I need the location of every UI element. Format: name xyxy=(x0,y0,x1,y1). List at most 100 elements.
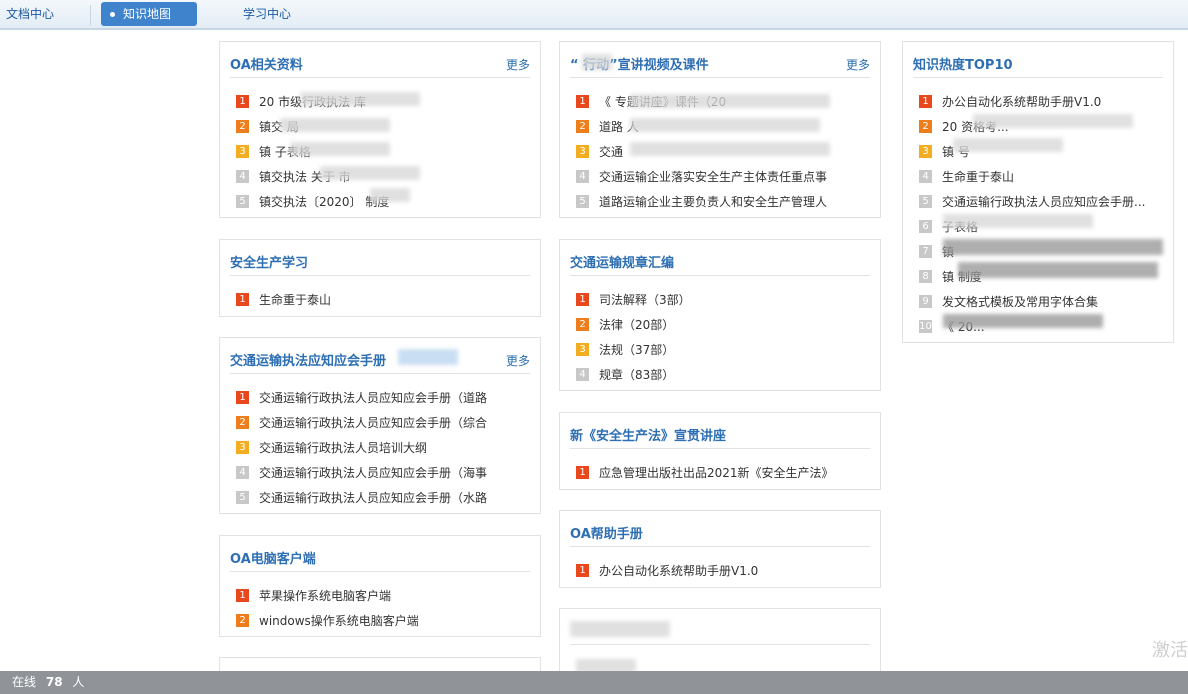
tab-document-center[interactable]: 文档中心 xyxy=(6,2,54,26)
list-item[interactable]: 1 苹果操作系统电脑客户端 xyxy=(236,583,530,608)
card-header: OA电脑客户端 xyxy=(230,536,530,572)
list-item[interactable]: 5 交通运输行政执法人员应知应会手册... xyxy=(919,189,1163,214)
item-label: 20 市级行政执法 库 xyxy=(259,95,366,109)
rank-badge: 5 xyxy=(236,491,249,504)
list-item[interactable]: 3 交通运输行政执法人员培训大纲 xyxy=(236,435,530,460)
list-item[interactable]: 3 法规（37部） xyxy=(576,337,870,362)
card-title: OA相关资料 xyxy=(230,58,303,73)
safety-law-list: 1 应急管理出版社出品2021新《安全生产法》 xyxy=(576,460,870,485)
card-oa-client: OA电脑客户端 1 苹果操作系统电脑客户端 2 windows操作系统电脑客户端 xyxy=(219,535,541,637)
rank-badge: 4 xyxy=(576,368,589,381)
safety-list: 1 生命重于泰山 xyxy=(236,287,530,312)
list-item[interactable]: 2 镇交 局 xyxy=(236,114,530,139)
rank-badge: 1 xyxy=(236,391,249,404)
rank-badge: 1 xyxy=(919,95,932,108)
card-header: OA相关资料 更多 xyxy=(230,42,530,78)
active-dot-icon xyxy=(110,12,115,17)
list-item[interactable]: 4 生命重于泰山 xyxy=(919,164,1163,189)
rank-badge: 9 xyxy=(919,295,932,308)
list-item[interactable]: 4 规章（83部） xyxy=(576,362,870,387)
tab-knowledge-map-label: 知识地图 xyxy=(123,7,172,21)
list-item[interactable]: 9 发文格式模板及常用字体合集 xyxy=(919,289,1163,314)
rank-badge: 8 xyxy=(919,270,932,283)
top-nav: 文档中心 知识地图 学习中心 xyxy=(0,0,1188,30)
card-safety-study: 安全生产学习 1 生命重于泰山 xyxy=(219,239,541,317)
rank-badge: 4 xyxy=(919,170,932,183)
online-status-bar: 在线 78 人 xyxy=(0,671,1188,694)
item-label: 发文格式模板及常用字体合集 xyxy=(942,295,1099,309)
list-item[interactable]: 1 交通运输行政执法人员应知应会手册（道路 xyxy=(236,385,530,410)
list-item[interactable]: 4 交通运输行政执法人员应知应会手册（海事 xyxy=(236,460,530,485)
item-label: 道路运输企业主要负责人和安全生产管理人 xyxy=(599,195,828,209)
rank-badge: 1 xyxy=(236,95,249,108)
list-item[interactable]: 2 道路 人 xyxy=(576,114,870,139)
card-header: 知识热度TOP10 xyxy=(913,42,1163,78)
more-link[interactable]: 更多 xyxy=(506,352,530,369)
rank-badge: 1 xyxy=(576,95,589,108)
item-label: 交通 xyxy=(599,145,624,159)
card-header: 安全生产学习 xyxy=(230,240,530,276)
list-item[interactable]: 1 《 专题讲座》课件（20 xyxy=(576,89,870,114)
rank-badge: 2 xyxy=(919,120,932,133)
item-label: 镇 子表格 xyxy=(259,145,311,159)
list-item[interactable]: 2 20 资格考... xyxy=(919,114,1163,139)
rank-badge: 10 xyxy=(919,320,932,333)
rank-badge: 5 xyxy=(919,195,932,208)
card-top10: 知识热度TOP10 1 办公自动化系统帮助手册V1.0 2 20 资格考... 3镇… xyxy=(902,41,1174,343)
item-label: 镇交 局 xyxy=(259,120,299,134)
card-title: OA电脑客户端 xyxy=(230,552,316,567)
card-enforcement-handbook: 交通运输执法应知应会手册 更多 1 交通运输行政执法人员应知应会手册（道路 2 交通… xyxy=(219,337,541,514)
rank-badge: 3 xyxy=(576,343,589,356)
list-item[interactable]: 4 镇交执法 关于 市 xyxy=(236,164,530,189)
rank-badge: 1 xyxy=(576,293,589,306)
card-title: 新《安全生产法》宣贯讲座 xyxy=(570,429,727,444)
item-label: 《 20... xyxy=(942,320,985,334)
tab-learning-center[interactable]: 学习中心 xyxy=(243,2,291,26)
list-item[interactable]: 5 道路运输企业主要负责人和安全生产管理人 xyxy=(576,189,870,214)
rank-badge: 2 xyxy=(236,614,249,627)
list-item[interactable]: 6 子表格 xyxy=(919,214,1163,239)
list-item[interactable]: 5 交通运输行政执法人员应知应会手册（水路 xyxy=(236,485,530,510)
list-item[interactable]: 8 镇 制度 xyxy=(919,264,1163,289)
rank-badge: 2 xyxy=(576,120,589,133)
rank-badge: 1 xyxy=(236,293,249,306)
item-label: 交通运输行政执法人员应知应会手册（综合 xyxy=(259,416,488,430)
regulations-list: 1 司法解释（3部） 2 法律（20部） 3 法规（37部） 4 规章（83部） xyxy=(576,287,870,387)
card-safety-law: 新《安全生产法》宣贯讲座 1 应急管理出版社出品2021新《安全生产法》 xyxy=(559,412,881,490)
activation-watermark: 激活 xyxy=(1152,640,1188,661)
list-item[interactable]: 2 法律（20部） xyxy=(576,312,870,337)
card-title: 知识热度TOP10 xyxy=(913,58,1013,73)
list-item[interactable]: 1 办公自动化系统帮助手册V1.0 xyxy=(576,558,870,583)
item-label: 法规（37部） xyxy=(599,343,675,357)
list-item[interactable]: 10 《 20... xyxy=(919,314,1163,339)
list-item[interactable]: 1 应急管理出版社出品2021新《安全生产法》 xyxy=(576,460,870,485)
card-header: 交通运输规章汇编 xyxy=(570,240,870,276)
list-item[interactable]: 1 20 市级行政执法 库 xyxy=(236,89,530,114)
item-label: 司法解释（3部） xyxy=(599,293,691,307)
item-label: 苹果操作系统电脑客户端 xyxy=(259,589,392,603)
item-label: 应急管理出版社出品2021新《安全生产法》 xyxy=(599,466,834,480)
more-link[interactable]: 更多 xyxy=(506,56,530,73)
list-item[interactable]: 1 生命重于泰山 xyxy=(236,287,530,312)
list-item[interactable]: 2 windows操作系统电脑客户端 xyxy=(236,608,530,633)
item-label: 镇交执法〔2020〕 制度 xyxy=(259,195,390,209)
list-item[interactable]: 3 镇 子表格 xyxy=(236,139,530,164)
rank-badge: 7 xyxy=(919,245,932,258)
list-item[interactable]: 4 交通运输企业落实安全生产主体责任重点事 xyxy=(576,164,870,189)
tab-knowledge-map[interactable]: 知识地图 xyxy=(101,2,197,26)
item-label: 交通运输企业落实安全生产主体责任重点事 xyxy=(599,170,828,184)
online-suffix: 人 xyxy=(72,675,85,689)
list-item[interactable]: 3 镇 号 xyxy=(919,139,1163,164)
card-title: “ 行动”宣讲视频及课件 xyxy=(570,58,709,73)
more-link[interactable]: 更多 xyxy=(846,56,870,73)
list-item[interactable]: 1 司法解释（3部） xyxy=(576,287,870,312)
list-item[interactable]: 3 交通 xyxy=(576,139,870,164)
list-item[interactable]: 7镇 xyxy=(919,239,1163,264)
rank-badge: 4 xyxy=(236,466,249,479)
list-item[interactable]: 5 镇交执法〔2020〕 制度 xyxy=(236,189,530,214)
list-item[interactable]: 1 办公自动化系统帮助手册V1.0 xyxy=(919,89,1163,114)
online-prefix: 在线 xyxy=(12,675,37,689)
rank-badge: 1 xyxy=(236,589,249,602)
item-label: windows操作系统电脑客户端 xyxy=(259,614,419,628)
list-item[interactable]: 2 交通运输行政执法人员应知应会手册（综合 xyxy=(236,410,530,435)
